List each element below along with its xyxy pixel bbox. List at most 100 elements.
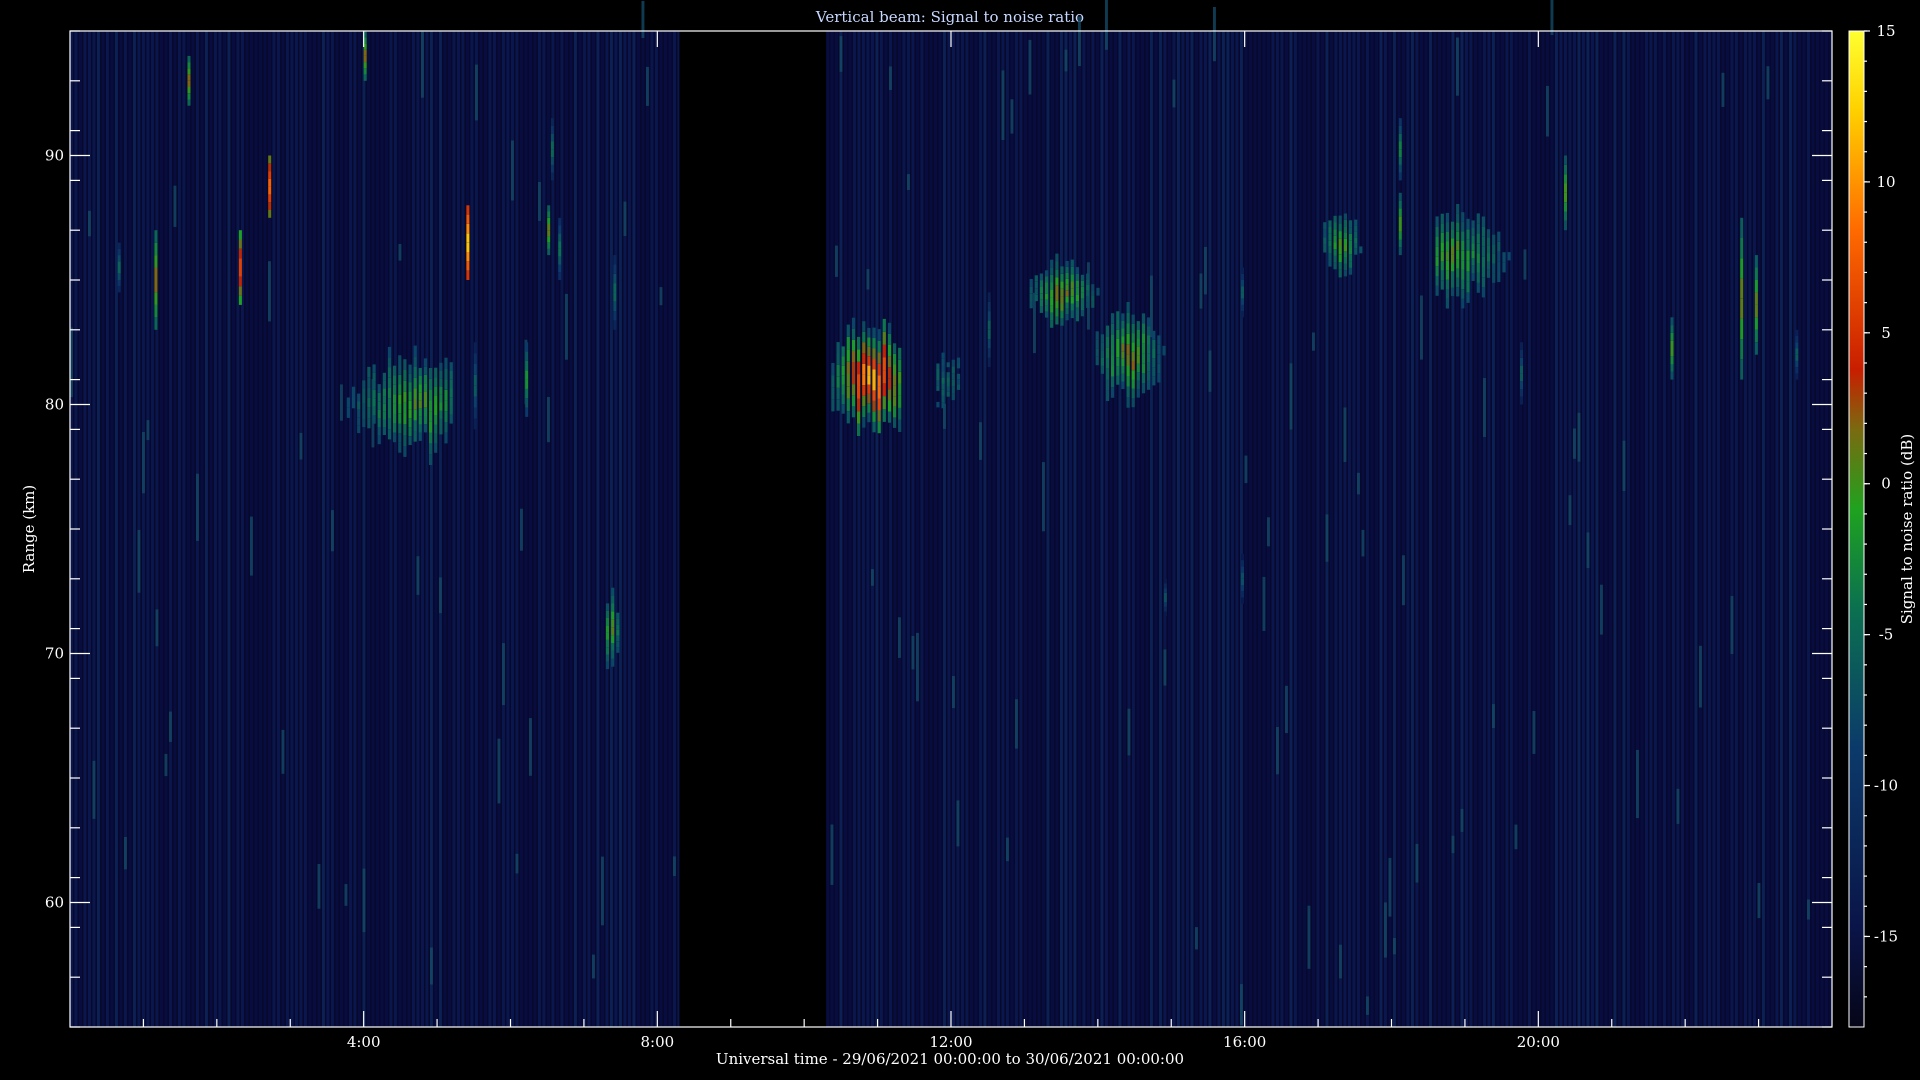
echo-cell — [882, 318, 886, 332]
noise-column — [988, 31, 991, 1027]
echo-cell — [1445, 270, 1449, 280]
echo-cell — [1116, 311, 1120, 321]
echo-cell — [1116, 366, 1120, 376]
echo-cell — [1476, 223, 1480, 234]
echo-cell — [439, 394, 443, 403]
streak-cell — [1520, 373, 1523, 382]
echo-cell — [387, 429, 392, 440]
echo-cell — [1162, 345, 1166, 356]
echo-cell — [408, 436, 412, 445]
streak-cell — [1163, 611, 1167, 617]
echo-cell — [898, 383, 902, 396]
echo-cell — [836, 353, 840, 365]
streak-cell — [1740, 339, 1744, 360]
noise-column — [826, 31, 829, 1027]
echo-cell — [387, 357, 392, 368]
echo-cell — [1147, 380, 1151, 390]
echo-cell — [1086, 296, 1090, 303]
echo-cell — [857, 423, 861, 436]
echo-cell — [936, 401, 940, 408]
noise-column — [605, 31, 609, 1027]
echo-cell — [362, 388, 366, 396]
streak-cell — [238, 258, 242, 268]
streak-cell — [525, 398, 529, 408]
echo-cell — [1497, 241, 1501, 252]
echo-cell — [1328, 246, 1332, 254]
echo-cell — [1141, 383, 1146, 394]
echo-cell — [1141, 323, 1146, 334]
streak-cell — [1754, 329, 1758, 343]
noise-speck — [1325, 514, 1329, 562]
streak-cell — [1564, 220, 1567, 231]
noise-column — [277, 31, 280, 1027]
streak-cell — [363, 55, 367, 63]
echo-cell — [887, 356, 892, 368]
echo-cell — [857, 386, 861, 399]
noise-column — [1168, 31, 1171, 1027]
echo-cell — [372, 381, 376, 390]
noise-speck — [1676, 788, 1680, 824]
echo-cell — [1147, 335, 1151, 345]
echo-cell — [877, 329, 881, 341]
echo-cell — [1481, 277, 1485, 288]
noise-column — [889, 31, 892, 1027]
echo-cell — [1141, 313, 1146, 324]
streak-cell — [268, 202, 272, 210]
echo-cell — [1354, 231, 1358, 238]
echo-cell — [611, 635, 615, 643]
echo-cell — [1328, 240, 1332, 247]
echo-cell — [1486, 253, 1491, 262]
echo-cell — [1445, 251, 1449, 261]
echo-streak — [1241, 553, 1244, 604]
echo-cell — [1055, 300, 1059, 309]
noise-speck — [1766, 66, 1770, 100]
echo-cell — [1091, 301, 1095, 308]
echo-cell — [1029, 293, 1033, 301]
echo-streak — [473, 342, 477, 430]
echo-cell — [1451, 271, 1455, 280]
echo-cell — [1338, 269, 1342, 278]
streak-cell — [1740, 318, 1744, 340]
streak-cell — [466, 252, 470, 262]
echo-cell — [434, 377, 438, 387]
noise-column — [1370, 31, 1374, 1027]
streak-cell — [1740, 278, 1744, 299]
echo-cell — [1338, 246, 1342, 255]
streak-cell — [987, 292, 991, 302]
echo-cell — [1126, 376, 1130, 387]
noise-column — [187, 31, 190, 1027]
streak-cell — [525, 388, 529, 399]
streak-cell — [1670, 317, 1674, 326]
echo-cell — [1147, 371, 1151, 381]
noise-column — [376, 31, 379, 1027]
streak-cell — [1241, 572, 1244, 579]
noise-column — [668, 31, 672, 1027]
noise-speck — [1307, 905, 1311, 969]
y-axis-label: Range (km) — [20, 485, 38, 574]
streak-cell — [473, 374, 477, 386]
echo-cell — [1445, 232, 1449, 242]
streak-cell — [187, 99, 191, 106]
echo-cell — [616, 618, 620, 625]
noise-speck — [137, 529, 141, 593]
noise-column — [1595, 31, 1599, 1027]
streak-cell — [525, 370, 529, 380]
noise-column — [1226, 31, 1230, 1027]
echo-cell — [882, 370, 886, 384]
noise-column — [416, 31, 420, 1027]
colorbar-tick-label: 15 — [1876, 22, 1895, 40]
noise-speck — [155, 609, 159, 647]
echo-cell — [1497, 251, 1501, 262]
x-tick-label: 12:00 — [929, 1033, 972, 1051]
noise-speck — [1730, 596, 1734, 654]
noise-column — [997, 31, 1000, 1027]
noise-column — [1798, 31, 1801, 1027]
noise-speck — [88, 210, 91, 237]
echo-cell — [1152, 349, 1156, 359]
noise-column — [200, 31, 204, 1027]
noise-column — [1631, 31, 1635, 1027]
noise-column — [1303, 31, 1306, 1027]
echo-streak — [550, 118, 554, 181]
echo-cell — [418, 400, 422, 409]
echo-cell — [1080, 280, 1085, 287]
